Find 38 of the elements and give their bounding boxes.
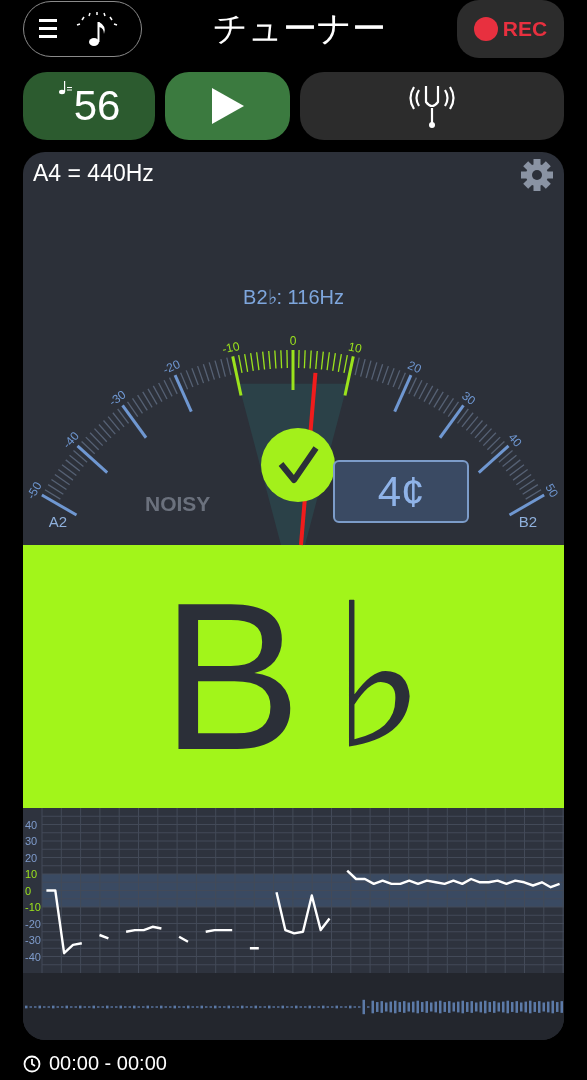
axis-label: 0 (25, 884, 32, 897)
menu-button[interactable] (23, 1, 142, 57)
axis-label: 30 (25, 835, 38, 847)
clock-icon (23, 1054, 41, 1073)
noise-indicator: NOISY (145, 492, 211, 516)
scale-label: -10 (220, 339, 241, 357)
scale-label: 30 (459, 388, 479, 408)
tempo-button[interactable]: 56 (23, 72, 155, 140)
axis-label: -30 (25, 934, 41, 946)
tuning-fork-button[interactable] (300, 72, 564, 140)
scale-label: 20 (405, 357, 424, 377)
scale-label: 50 (542, 481, 562, 500)
scale-label: -50 (23, 479, 45, 502)
axis-label: -20 (25, 917, 41, 930)
accidental-sign: ♭ (331, 576, 426, 777)
axis-label: 20 (25, 851, 38, 864)
quarter-note-icon (57, 80, 74, 96)
axis-label: -40 (25, 950, 41, 963)
play-icon (209, 86, 246, 126)
high-note-label: B2 (518, 513, 538, 530)
play-button[interactable] (165, 72, 290, 140)
scale-label: 40 (505, 430, 525, 450)
scale-label: -20 (160, 357, 183, 377)
cents-display: 4¢ (333, 460, 469, 523)
app-title: チューナー (212, 7, 387, 50)
detected-pitch: B2♭: 116Hz (242, 285, 345, 309)
axis-label: -10 (25, 901, 41, 913)
scale-label: -30 (106, 387, 129, 409)
low-note-label: A2 (48, 513, 68, 530)
reference-pitch: A4 = 440Hz (33, 160, 154, 187)
scale-label: -40 (59, 428, 82, 452)
settings-icon[interactable] (520, 158, 554, 192)
recording-time: 00:00 - 00:00 (49, 1052, 167, 1075)
scale-label: 10 (347, 339, 364, 356)
note-name: B (161, 571, 302, 782)
axis-label: 10 (25, 868, 38, 880)
scale-label: 0 (289, 334, 297, 349)
axis-label: 40 (25, 818, 38, 831)
